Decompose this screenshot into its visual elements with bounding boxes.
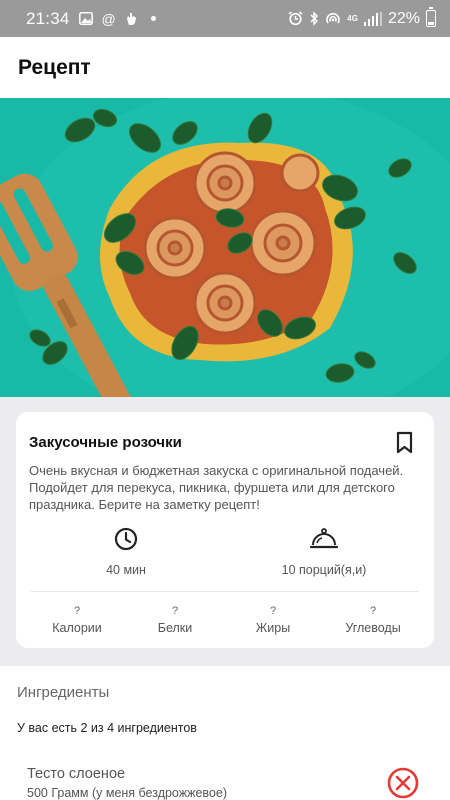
ingredient-name: Тесто слоеное <box>27 766 126 782</box>
fat-label: Жиры <box>255 621 291 635</box>
at-icon: @ <box>101 10 116 27</box>
nutrition-carbs: ? Углеводы <box>323 605 423 635</box>
ingredient-item: Тесто слоеное 500 Грамм (у меня бездрожж… <box>0 756 450 800</box>
ingredients-section: Ингредиенты У вас есть 2 из 4 ингредиент… <box>0 666 450 800</box>
signal-icon <box>363 11 382 26</box>
network-type: 4G <box>347 13 358 23</box>
calories-value: ? <box>73 605 81 617</box>
alarm-icon <box>288 11 303 26</box>
hotspot-icon <box>325 12 341 26</box>
battery-percent: 22% <box>387 9 420 27</box>
protein-value: ? <box>171 605 179 617</box>
recipe-hero-image <box>0 98 450 397</box>
servings-value: 10 порций(я,и) <box>281 563 367 577</box>
bluetooth-icon <box>309 11 319 26</box>
divider <box>31 591 419 592</box>
fat-value: ? <box>269 605 277 617</box>
protein-label: Белки <box>157 621 193 635</box>
cross-circle-icon <box>387 767 419 799</box>
notification-dot <box>150 16 156 21</box>
ingredients-summary: У вас есть 2 из 4 ингредиентов <box>17 721 197 735</box>
servings: 10 порций(я,и) <box>234 524 414 577</box>
ingredient-amount: 500 Грамм (у меня бездрожжевое) <box>27 786 227 800</box>
image-icon <box>78 12 93 25</box>
bookmark-icon <box>396 431 413 454</box>
carbs-value: ? <box>369 605 377 617</box>
app-header: Рецепт <box>0 37 450 98</box>
cooking-time: 40 мин <box>36 524 216 577</box>
battery-icon <box>426 7 436 27</box>
page-title: Рецепт <box>18 55 91 79</box>
status-bar: 21:34 @ 4G 22% <box>0 0 450 37</box>
ingredient-missing-button[interactable] <box>386 766 420 800</box>
carbs-label: Углеводы <box>345 621 401 635</box>
nutrition-protein: ? Белки <box>125 605 225 635</box>
hand-icon <box>125 11 138 26</box>
cooking-time-value: 40 мин <box>106 563 146 577</box>
recipe-title: Закусочные розочки <box>29 434 182 451</box>
serving-dish-icon <box>309 528 339 549</box>
nutrition-calories: ? Калории <box>27 605 127 635</box>
bookmark-button[interactable] <box>394 431 416 455</box>
recipe-card: Закусочные розочки Очень вкусная и бюдже… <box>16 412 434 648</box>
calories-label: Калории <box>52 621 102 635</box>
ingredients-title: Ингредиенты <box>17 684 110 701</box>
status-time: 21:34 <box>26 8 70 28</box>
nutrition-fat: ? Жиры <box>223 605 323 635</box>
recipe-description: Очень вкусная и бюджетная закуска с ориг… <box>29 463 404 512</box>
clock-icon <box>114 527 138 551</box>
